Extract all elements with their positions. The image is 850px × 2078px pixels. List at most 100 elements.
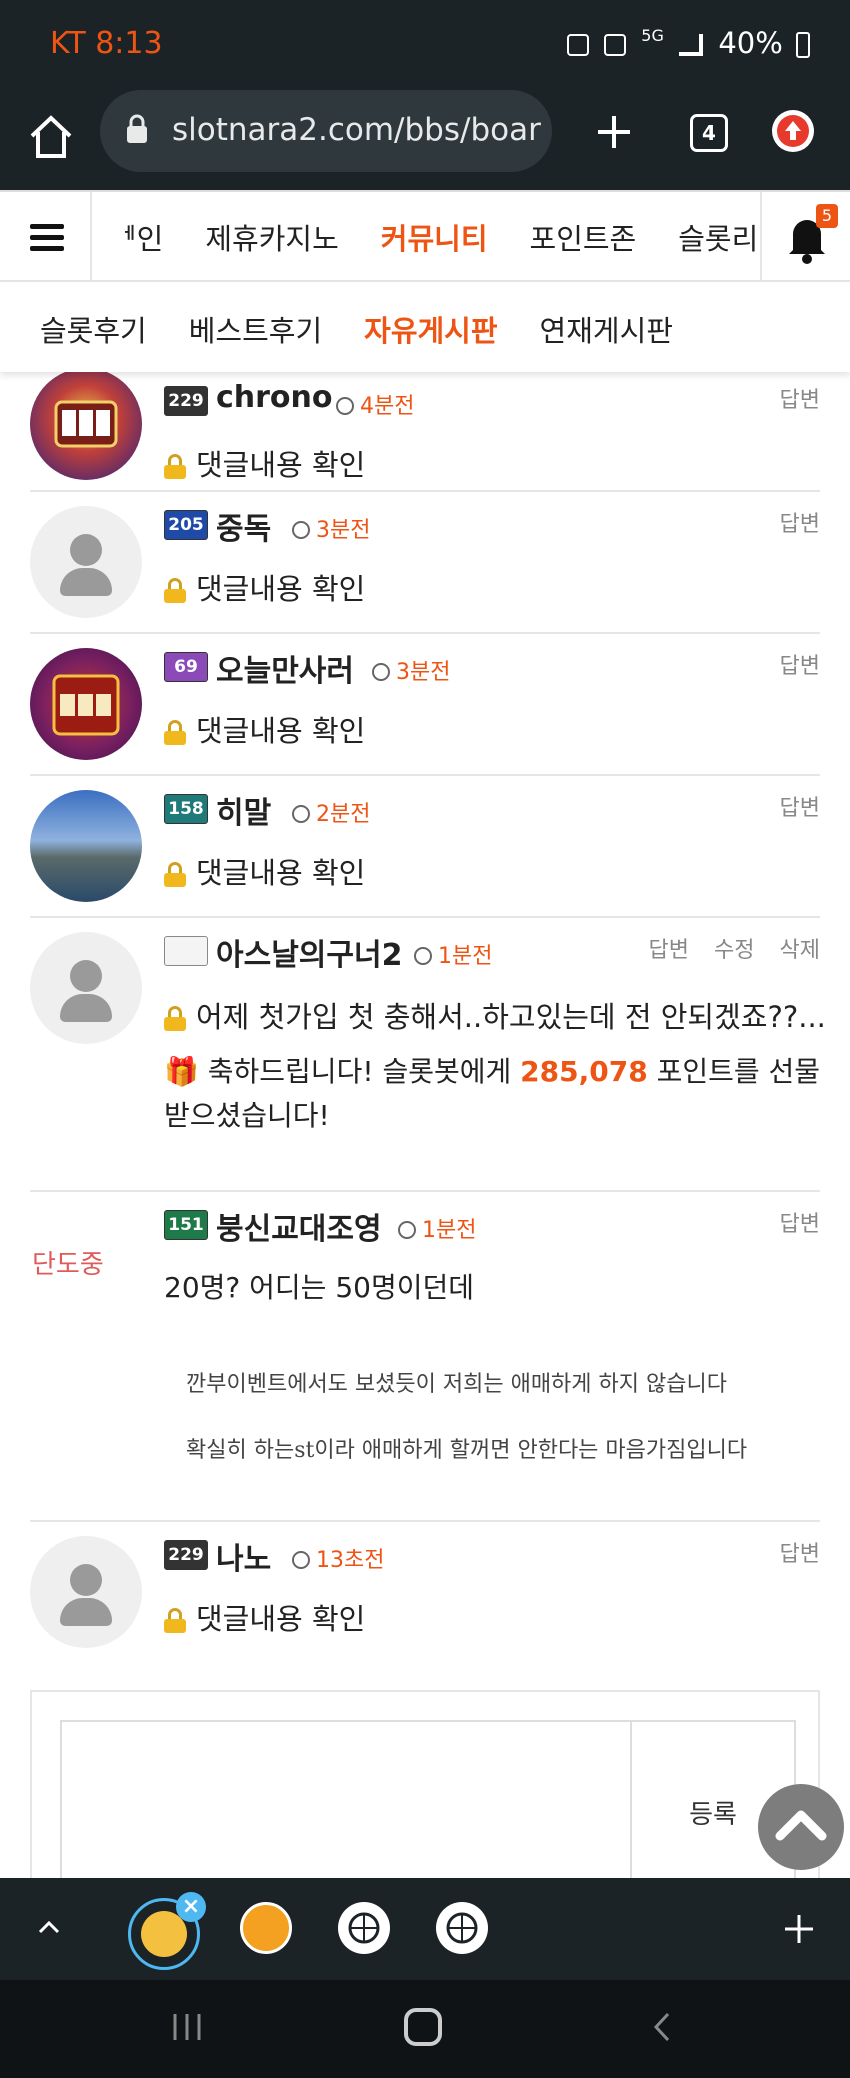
- reply-button[interactable]: 답변: [780, 388, 820, 413]
- recent-apps-icon[interactable]: [170, 2012, 204, 2042]
- back-icon[interactable]: [648, 2010, 678, 2044]
- url-text: slotnara2.com/bbs/boar: [172, 112, 541, 148]
- close-icon[interactable]: ×: [176, 1892, 206, 1922]
- avatar: 단도중: [30, 1206, 142, 1318]
- locked-comment: 댓글내용 확인: [164, 850, 365, 892]
- system-nav-bar: [0, 1980, 850, 2078]
- reply-button[interactable]: 답변: [780, 654, 820, 679]
- clock-icon: [292, 1551, 310, 1569]
- nickname[interactable]: 중독: [216, 504, 271, 548]
- reply-button[interactable]: 답변: [780, 1542, 820, 1567]
- address-bar[interactable]: slotnara2.com/bbs/boar: [100, 90, 552, 172]
- nickname[interactable]: chrono: [216, 380, 333, 415]
- level-badge: 69: [164, 652, 208, 682]
- comment-item: 229 chrono 4분전 답변 댓글내용 확인: [30, 372, 820, 492]
- chevron-up-icon[interactable]: [34, 1912, 64, 1942]
- home-icon[interactable]: [26, 112, 76, 162]
- subnav-slot-review[interactable]: 슬롯후기: [40, 308, 147, 350]
- comment-item: 229 나노 13초전 답변 댓글내용 확인: [30, 1522, 820, 1664]
- plus-icon[interactable]: [782, 1912, 816, 1946]
- avatar: [30, 372, 142, 480]
- home-button-icon[interactable]: [404, 2008, 442, 2046]
- nav-item-community[interactable]: 커뮤니티: [381, 216, 488, 258]
- lock-icon: [126, 114, 148, 144]
- comment-actions: 답변: [762, 506, 820, 538]
- subnav-free-board[interactable]: 자유게시판: [364, 308, 497, 350]
- subnav-best-review[interactable]: 베스트후기: [189, 308, 322, 350]
- lock-icon: [164, 862, 186, 887]
- subnav-series-board[interactable]: 연재게시판: [540, 308, 673, 350]
- sub-nav: 슬롯후기 베스트후기 자유게시판 연재게시판: [0, 284, 850, 372]
- avatar: [30, 648, 142, 760]
- gift-icon: 🎁: [164, 1055, 208, 1088]
- hd-icon: [604, 34, 627, 56]
- status-right: 5G 40%: [566, 26, 810, 60]
- plus-icon[interactable]: [592, 110, 636, 154]
- delete-button[interactable]: 삭제: [780, 938, 820, 963]
- reply-button[interactable]: 답변: [649, 938, 689, 963]
- notification-badge: 5: [816, 204, 838, 228]
- clock-icon: [372, 663, 390, 681]
- comment-list: 229 chrono 4분전 답변 댓글내용 확인 205 중독 3분전 답변 …: [0, 372, 850, 1878]
- tab-thumb[interactable]: [240, 1902, 292, 1954]
- status-bar: KT 8:13 5G 40%: [0, 0, 850, 90]
- level-badge: 205: [164, 510, 208, 540]
- lock-icon: [164, 578, 186, 603]
- update-icon[interactable]: [772, 110, 814, 152]
- comment-item: 205 중독 3분전 답변 댓글내용 확인: [30, 492, 820, 634]
- nav-item-slot[interactable]: 슬롯리: [678, 216, 758, 258]
- reply-button[interactable]: 답변: [780, 1212, 820, 1237]
- tab-strip: ×: [0, 1878, 850, 1980]
- locked-comment: 어제 첫가입 첫 충해서..하고있는데 전 안되겠죠??...: [164, 994, 826, 1036]
- level-badge: 229: [164, 1540, 208, 1570]
- clock-icon: [292, 805, 310, 823]
- level-badge: 158: [164, 794, 208, 824]
- scroll-top-icon[interactable]: [758, 1784, 844, 1870]
- comment-item: 158 히말 2분전 답변 댓글내용 확인: [30, 776, 820, 918]
- nickname[interactable]: 붕신교대조영: [216, 1204, 382, 1248]
- locked-comment: 댓글내용 확인: [164, 442, 365, 484]
- lock-icon: [164, 1006, 186, 1031]
- timestamp: 1분전: [398, 1212, 476, 1244]
- nickname[interactable]: 히말: [216, 788, 271, 832]
- level-badge: 151: [164, 1210, 208, 1240]
- timestamp: 2분전: [292, 796, 370, 828]
- globe-icon[interactable]: [436, 1902, 488, 1954]
- edit-button[interactable]: 수정: [714, 938, 754, 963]
- globe-icon[interactable]: [338, 1902, 390, 1954]
- nickname[interactable]: 나노: [216, 1534, 271, 1578]
- alarm-icon: [566, 34, 589, 56]
- tab-count-button[interactable]: 4: [690, 114, 728, 152]
- menu-icon[interactable]: [0, 192, 92, 282]
- clock-icon: [292, 521, 310, 539]
- locked-comment: 댓글내용 확인: [164, 708, 365, 750]
- reply-button[interactable]: 답변: [780, 796, 820, 821]
- comment-actions: 답변: [762, 382, 820, 414]
- battery-label: 40%: [718, 26, 783, 60]
- level-badge: [164, 936, 208, 966]
- timestamp: 4분전: [336, 388, 414, 420]
- comment-actions: 답변 수정 삭제: [631, 932, 820, 964]
- nickname[interactable]: 아스날의구너2: [216, 930, 402, 974]
- status-time: KT 8:13: [50, 26, 163, 61]
- nav-items: ᅦ인 제휴카지노 커뮤니티 포인트존 슬롯리: [110, 216, 758, 266]
- clock-icon: [398, 1221, 416, 1239]
- quote-line: 확실히 하는st이라 애매하게 할꺼면 안한다는 마음가짐입니다: [186, 1438, 748, 1463]
- timestamp: 3분전: [292, 512, 370, 544]
- locked-comment: 댓글내용 확인: [164, 1596, 365, 1638]
- comment-text: 20명? 어디는 50명이던데: [164, 1271, 475, 1304]
- gift-notice: 🎁 축하드립니다! 슬롯봇에게 285,078 포인트를 선물받으셨습니다!: [164, 1055, 821, 1132]
- comment-item: 단도중 151 붕신교대조영 1분전 답변 20명? 어디는 50명이던데 깐부…: [30, 1192, 820, 1522]
- avatar: [30, 790, 142, 902]
- nav-item-point-zone[interactable]: 포인트존: [530, 216, 637, 258]
- reply-button[interactable]: 답변: [780, 512, 820, 537]
- avatar: [30, 506, 142, 618]
- nav-item-partial[interactable]: ᅦ인: [110, 216, 163, 258]
- quote-line: 깐부이벤트에서도 보셨듯이 저희는 애매하게 하지 않습니다: [186, 1372, 727, 1397]
- battery-icon: [796, 32, 810, 58]
- gift-points: 285,078: [520, 1055, 648, 1088]
- level-badge: 229: [164, 386, 208, 416]
- nickname[interactable]: 오늘만사러: [216, 646, 354, 690]
- nav-item-partner-casino[interactable]: 제휴카지노: [205, 216, 338, 258]
- clock-icon: [336, 397, 354, 415]
